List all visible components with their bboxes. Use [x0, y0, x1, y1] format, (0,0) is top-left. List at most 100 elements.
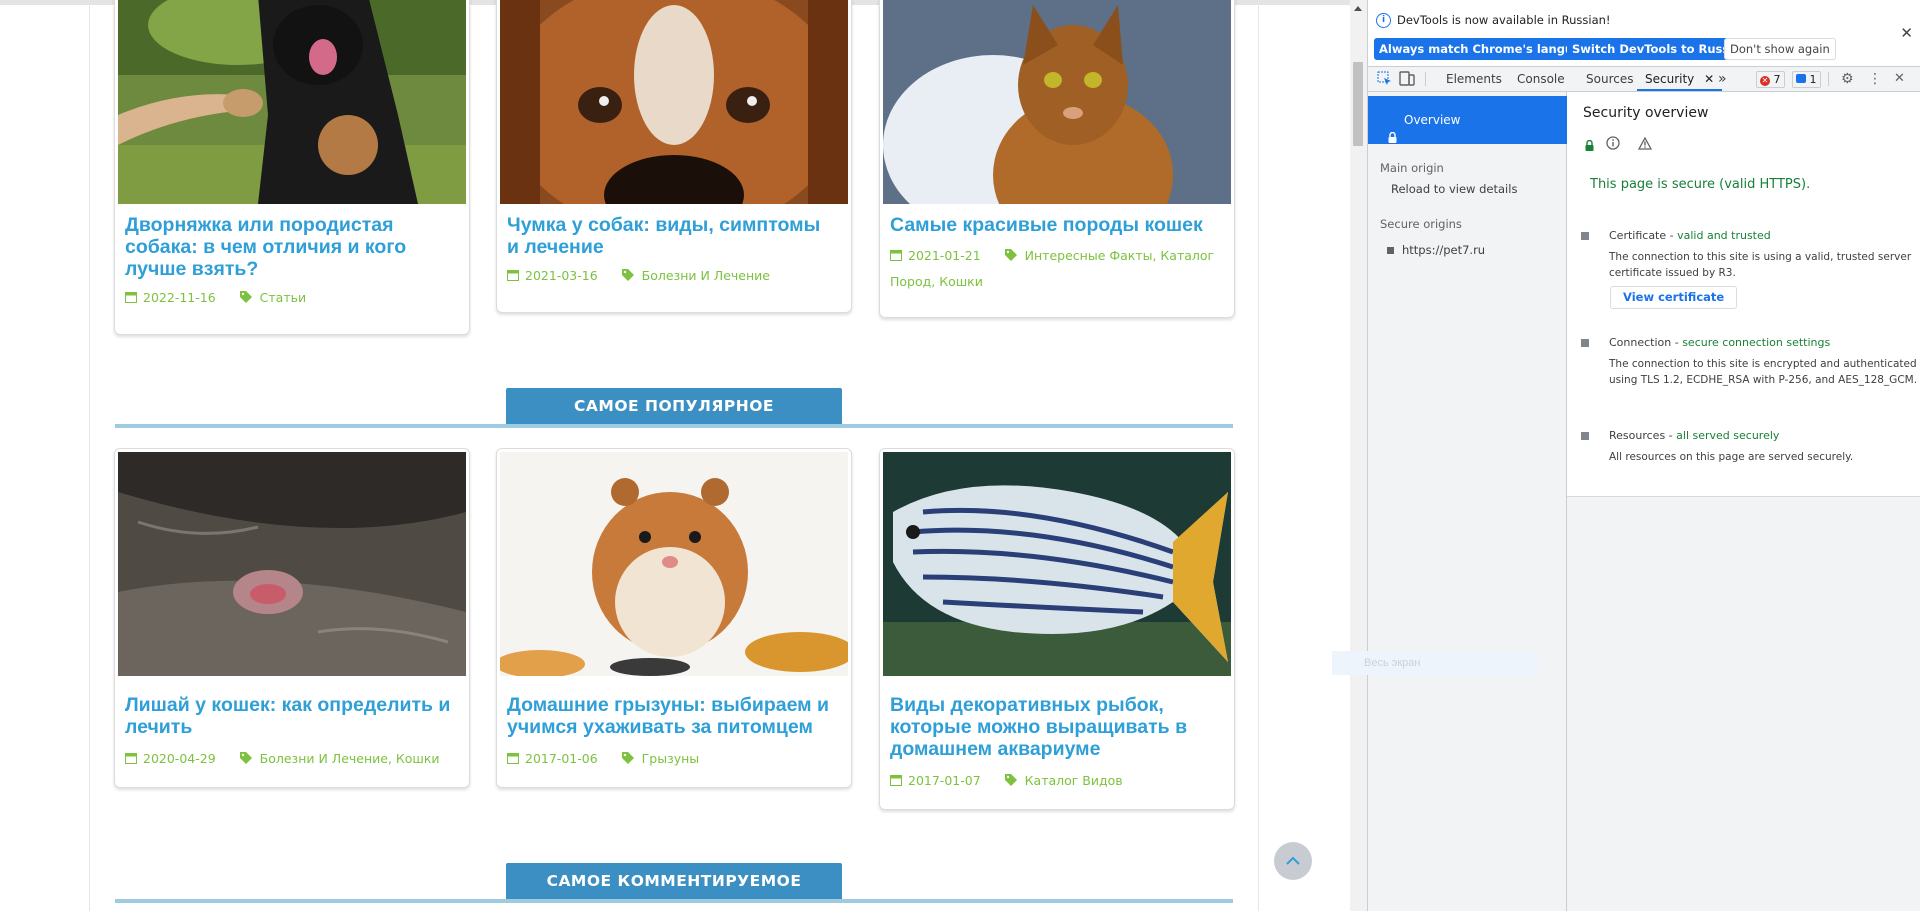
tab-sources[interactable]: Sources [1586, 67, 1633, 91]
error-icon: ✕ [1760, 76, 1770, 86]
panel-title: Security overview [1583, 105, 1709, 121]
connection-label: Connection - [1609, 336, 1683, 349]
article-title[interactable]: Лишай у кошек: как определить и лечить [125, 694, 455, 738]
commented-section-heading: САМОЕ КОММЕНТИРУЕМОЕ [506, 863, 842, 899]
article-card[interactable]: Самые красивые породы кошек 2021-01-21 Ин… [879, 0, 1235, 318]
sidebar-item-origin[interactable]: https://pet7.ru [1387, 243, 1485, 257]
article-tags[interactable]: Болезни И Лечение, Кошки [260, 751, 440, 766]
scroll-to-top-button[interactable] [1274, 842, 1312, 880]
article-title[interactable]: Самые красивые породы кошек [890, 214, 1220, 236]
article-meta: 2021-03-16 Болезни И Лечение [507, 263, 842, 289]
page-scrollbar[interactable] [1350, 0, 1367, 911]
resources-status: all served securely [1676, 429, 1780, 442]
article-title[interactable]: Чумка у собак: виды, симптомы и лечение [507, 214, 837, 258]
article-card[interactable]: Дворняжка или породистая собака: в чем о… [114, 0, 470, 335]
article-card[interactable]: Лишай у кошек: как определить и лечить 2… [114, 448, 470, 788]
tags-icon [621, 747, 636, 772]
scroll-up-arrow-icon[interactable] [1354, 6, 1362, 11]
section-divider [115, 899, 1233, 903]
devtools-panel: i DevTools is now available in Russian! … [1367, 0, 1920, 911]
close-devtools-icon[interactable]: ✕ [1894, 67, 1905, 91]
toolbar-separator [1828, 72, 1829, 86]
calendar-icon [507, 264, 519, 289]
hamster-image[interactable] [500, 452, 848, 676]
resources-description: All resources on this page are served se… [1609, 451, 1854, 463]
article-date: 2020-04-29 [143, 751, 216, 766]
tab-security-label: Security [1645, 72, 1695, 86]
article-tags[interactable]: Грызуны [642, 751, 700, 766]
article-card[interactable]: Домашние грызуны: выбираем и учимся ухаж… [496, 448, 852, 788]
tags-icon [239, 286, 254, 311]
article-date: 2022-11-16 [143, 290, 216, 305]
dog-handshake-image[interactable] [118, 0, 466, 204]
language-infobar: i DevTools is now available in Russian! … [1368, 0, 1920, 66]
cat-ringworm-image[interactable] [118, 452, 466, 676]
article-meta: 2017-01-07 Каталог Видов [890, 768, 1225, 794]
article-date: 2017-01-07 [908, 773, 981, 788]
article-date: 2017-01-06 [525, 751, 598, 766]
origin-square-icon [1387, 247, 1394, 254]
bullet-icon [1581, 432, 1589, 440]
resources-label: Resources - [1609, 429, 1677, 442]
main-origin-heading: Main origin [1380, 161, 1444, 175]
certificate-label: Certificate - [1609, 229, 1678, 242]
tags-icon [239, 747, 254, 772]
tropical-fish-image[interactable] [883, 452, 1231, 676]
reload-to-view-details[interactable]: Reload to view details [1391, 182, 1517, 196]
dont-show-again-button[interactable]: Don't show again [1724, 38, 1836, 60]
tags-icon [1004, 244, 1019, 269]
settings-gear-icon[interactable]: ⚙ [1841, 67, 1854, 91]
article-card[interactable]: Виды декоративных рыбок, которые можно в… [879, 448, 1235, 810]
article-title[interactable]: Домашние грызуны: выбираем и учимся ухаж… [507, 694, 837, 738]
secure-origins-heading: Secure origins [1380, 217, 1462, 231]
toolbar-separator [1425, 72, 1426, 86]
chevron-up-icon [1286, 856, 1300, 865]
view-certificate-button[interactable]: View certificate [1610, 286, 1738, 309]
bullet-icon [1581, 339, 1589, 347]
message-count-badge[interactable]: 1 [1792, 71, 1821, 88]
calendar-icon [507, 747, 519, 772]
more-options-icon[interactable]: ⋮ [1868, 67, 1882, 91]
tab-elements[interactable]: Elements [1446, 67, 1502, 91]
article-tags[interactable]: Болезни И Лечение [642, 268, 770, 283]
article-tags[interactable]: Статьи [260, 290, 306, 305]
tab-security[interactable]: Security ✕ [1637, 67, 1723, 91]
security-overview-panel: Security overview This page is secure (v… [1567, 92, 1920, 911]
article-card[interactable]: Чумка у собак: виды, симптомы и лечение … [496, 0, 852, 313]
resources-line: Resources - all served securely [1609, 429, 1779, 442]
secure-summary: This page is secure (valid HTTPS). [1590, 177, 1811, 192]
security-overview-body: This page is secure (valid HTTPS). Certi… [1567, 163, 1920, 497]
device-toolbar-icon[interactable] [1399, 71, 1415, 87]
error-count-badge[interactable]: ✕ 7 [1756, 71, 1785, 88]
article-tags[interactable]: Каталог Видов [1025, 773, 1123, 788]
info-icon [1606, 135, 1620, 154]
calendar-icon [125, 747, 137, 772]
info-icon: i [1376, 13, 1391, 28]
calendar-icon [890, 769, 902, 794]
sidebar-item-overview[interactable]: Overview [1368, 96, 1567, 144]
inspect-element-icon[interactable] [1377, 71, 1392, 87]
scrollbar-thumb[interactable] [1353, 62, 1363, 146]
article-title[interactable]: Виды декоративных рыбок, которые можно в… [890, 694, 1220, 760]
tab-console[interactable]: Console [1517, 67, 1565, 91]
certificate-description: The connection to this site is using a v… [1609, 251, 1912, 279]
more-tabs-icon[interactable]: » [1718, 67, 1727, 91]
tags-icon [1004, 769, 1019, 794]
close-icon[interactable]: ✕ [1900, 24, 1913, 42]
website-viewport: Дворняжка или породистая собака: в чем о… [0, 0, 1367, 911]
message-icon [1796, 74, 1806, 83]
section-divider [115, 424, 1233, 428]
article-meta: 2021-01-21 Интересные Факты, Каталог Поро… [890, 243, 1225, 294]
article-meta: 2022-11-16 Статьи [125, 285, 460, 311]
connection-status: secure connection settings [1682, 336, 1831, 349]
article-title[interactable]: Дворняжка или породистая собака: в чем о… [125, 214, 455, 280]
article-meta: 2020-04-29 Болезни И Лечение, Кошки [125, 746, 460, 772]
sidebar-item-label: Overview [1404, 113, 1461, 127]
beagle-image[interactable] [500, 0, 848, 204]
article-date: 2021-01-21 [908, 248, 981, 263]
infobar-message: DevTools is now available in Russian! [1397, 13, 1611, 27]
tags-icon [621, 264, 636, 289]
abyssinian-cat-image[interactable] [883, 0, 1231, 204]
close-tab-icon[interactable]: ✕ [1704, 72, 1714, 86]
security-sidebar: Overview Main origin Reload to view deta… [1368, 92, 1567, 911]
